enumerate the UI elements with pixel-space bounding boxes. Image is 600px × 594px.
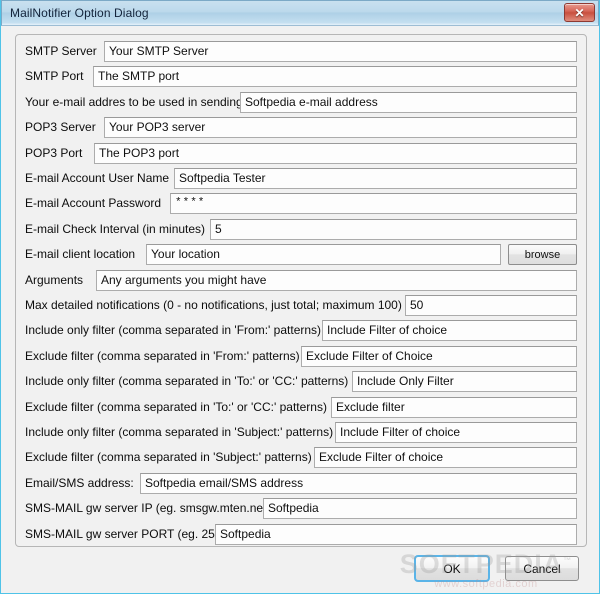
form-row-arguments: Arguments Any arguments you might have	[25, 269, 577, 291]
pop3-port-input[interactable]: The POP3 port	[94, 142, 577, 164]
sender-email-address-input[interactable]: Softpedia e-mail address	[240, 91, 577, 113]
smtp-port-input[interactable]: The SMTP port	[93, 66, 577, 88]
email-check-interval-input[interactable]: 5	[210, 218, 577, 240]
exclude-filter-to-cc-input[interactable]: Exclude filter	[331, 396, 577, 418]
include-filter-from-input[interactable]: Include Filter of choice	[322, 320, 577, 342]
exclude-filter-from-label: Exclude filter (comma separated in 'From…	[25, 348, 300, 363]
pop3-server-label: POP3 Server	[25, 120, 96, 135]
email-sms-address-input[interactable]: Softpedia email/SMS address	[140, 472, 577, 494]
cancel-button[interactable]: Cancel	[505, 556, 579, 581]
ok-button-label: OK	[443, 561, 461, 576]
form-row-include-filter-subject: Include only filter (comma separated in …	[25, 422, 577, 443]
email-account-password-label: E-mail Account Password	[25, 196, 162, 211]
include-filter-to-cc-label: Include only filter (comma separated in …	[25, 374, 349, 389]
arguments-label: Arguments	[25, 272, 84, 287]
email-client-location-input[interactable]: Your location	[146, 244, 501, 266]
include-filter-from-label: Include only filter (comma separated in …	[25, 323, 322, 338]
window-title: MailNotifier Option Dialog	[10, 6, 149, 20]
sms-gateway-server-port-input[interactable]: Softpedia	[215, 523, 577, 545]
arguments-input[interactable]: Any arguments you might have	[96, 269, 577, 291]
cancel-button-label: Cancel	[523, 561, 561, 576]
mailnotifier-option-dialog: MailNotifier Option Dialog ✕ SMTP Server…	[0, 0, 600, 594]
sender-email-address-label: Your e-mail addres to be used in sending	[25, 94, 243, 109]
exclude-filter-from-input[interactable]: Exclude Filter of Choice	[301, 345, 577, 367]
form-row-max-detailed-notifications: Max detailed notifications (0 - no notif…	[25, 295, 577, 316]
exclude-filter-subject-input[interactable]: Exclude Filter of choice	[314, 447, 577, 469]
sms-gateway-server-ip-label: SMS-MAIL gw server IP (eg. smsgw.mten.ne…	[25, 501, 274, 516]
form-row-email-account-password: E-mail Account Password ****	[25, 193, 577, 215]
dialog-body: SMTP Server Your SMTP Server SMTP Port The …	[1, 26, 599, 593]
form-row-pop3-server: POP3 Server Your POP3 server	[25, 117, 577, 139]
form-row-email-account-user-name: E-mail Account User Name Softpedia Tester	[25, 168, 577, 189]
pop3-port-label: POP3 Port	[25, 145, 83, 160]
pop3-server-input[interactable]: Your POP3 server	[104, 117, 577, 139]
smtp-port-label: SMTP Port	[25, 69, 84, 84]
include-filter-subject-input[interactable]: Include Filter of choice	[335, 422, 577, 443]
form-row-exclude-filter-to-cc: Exclude filter (comma separated in 'To:'…	[25, 396, 577, 418]
smtp-server-label: SMTP Server	[25, 44, 97, 58]
sms-gateway-server-port-label: SMS-MAIL gw server PORT (eg. 25):	[25, 526, 223, 541]
ok-button[interactable]: OK	[414, 555, 490, 582]
email-account-user-name-label: E-mail Account User Name	[25, 171, 170, 185]
include-filter-to-cc-input[interactable]: Include Only Filter	[352, 371, 577, 393]
close-x-icon[interactable]: ✕	[564, 3, 595, 22]
form-row-email-sms-address: Email/SMS address: Softpedia email/SMS ad…	[25, 472, 577, 494]
options-group-box: SMTP Server Your SMTP Server SMTP Port The …	[15, 34, 587, 547]
form-row-sender-email-address: Your e-mail addres to be used in sending…	[25, 91, 577, 113]
form-row-sms-gateway-server-ip: SMS-MAIL gw server IP (eg. smsgw.mten.ne…	[25, 498, 577, 520]
form-row-sms-gateway-server-port: SMS-MAIL gw server PORT (eg. 25): Softped…	[25, 523, 577, 545]
sms-gateway-server-ip-input[interactable]: Softpedia	[263, 498, 577, 520]
email-check-interval-label: E-mail Check Interval (in minutes)	[25, 221, 206, 236]
form-row-smtp-port: SMTP Port The SMTP port	[25, 66, 577, 88]
max-detailed-notifications-input[interactable]: 50	[405, 295, 577, 316]
form-row-exclude-filter-from: Exclude filter (comma separated in 'From…	[25, 345, 577, 367]
email-account-password-input[interactable]: ****	[170, 193, 577, 215]
form-row-exclude-filter-subject: Exclude filter (comma separated in 'Subj…	[25, 447, 577, 469]
form-row-email-check-interval: E-mail Check Interval (in minutes) 5	[25, 218, 577, 240]
title-bar: MailNotifier Option Dialog ✕	[1, 0, 599, 26]
include-filter-subject-label: Include only filter (comma separated in …	[25, 425, 334, 439]
max-detailed-notifications-label: Max detailed notifications (0 - no notif…	[25, 298, 402, 312]
email-sms-address-label: Email/SMS address:	[25, 475, 134, 490]
form-row-include-filter-to-cc: Include only filter (comma separated in …	[25, 371, 577, 393]
form-row-pop3-port: POP3 Port The POP3 port	[25, 142, 577, 164]
exclude-filter-to-cc-label: Exclude filter (comma separated in 'To:'…	[25, 399, 327, 414]
close-glyph: ✕	[574, 5, 585, 20]
email-account-user-name-input[interactable]: Softpedia Tester	[174, 168, 577, 189]
browse-button[interactable]: browse	[508, 244, 577, 266]
smtp-server-input[interactable]: Your SMTP Server	[104, 41, 577, 62]
exclude-filter-subject-label: Exclude filter (comma separated in 'Subj…	[25, 450, 312, 465]
email-client-location-label: E-mail client location	[25, 247, 136, 262]
dialog-footer: OK Cancel SOFTPEDIA™ www.softpedia.com	[1, 547, 599, 593]
form-row-email-client-location: E-mail client location Your location brows…	[25, 244, 577, 266]
form-row-include-filter-from: Include only filter (comma separated in …	[25, 320, 577, 342]
form-row-smtp-server: SMTP Server Your SMTP Server	[25, 41, 577, 62]
